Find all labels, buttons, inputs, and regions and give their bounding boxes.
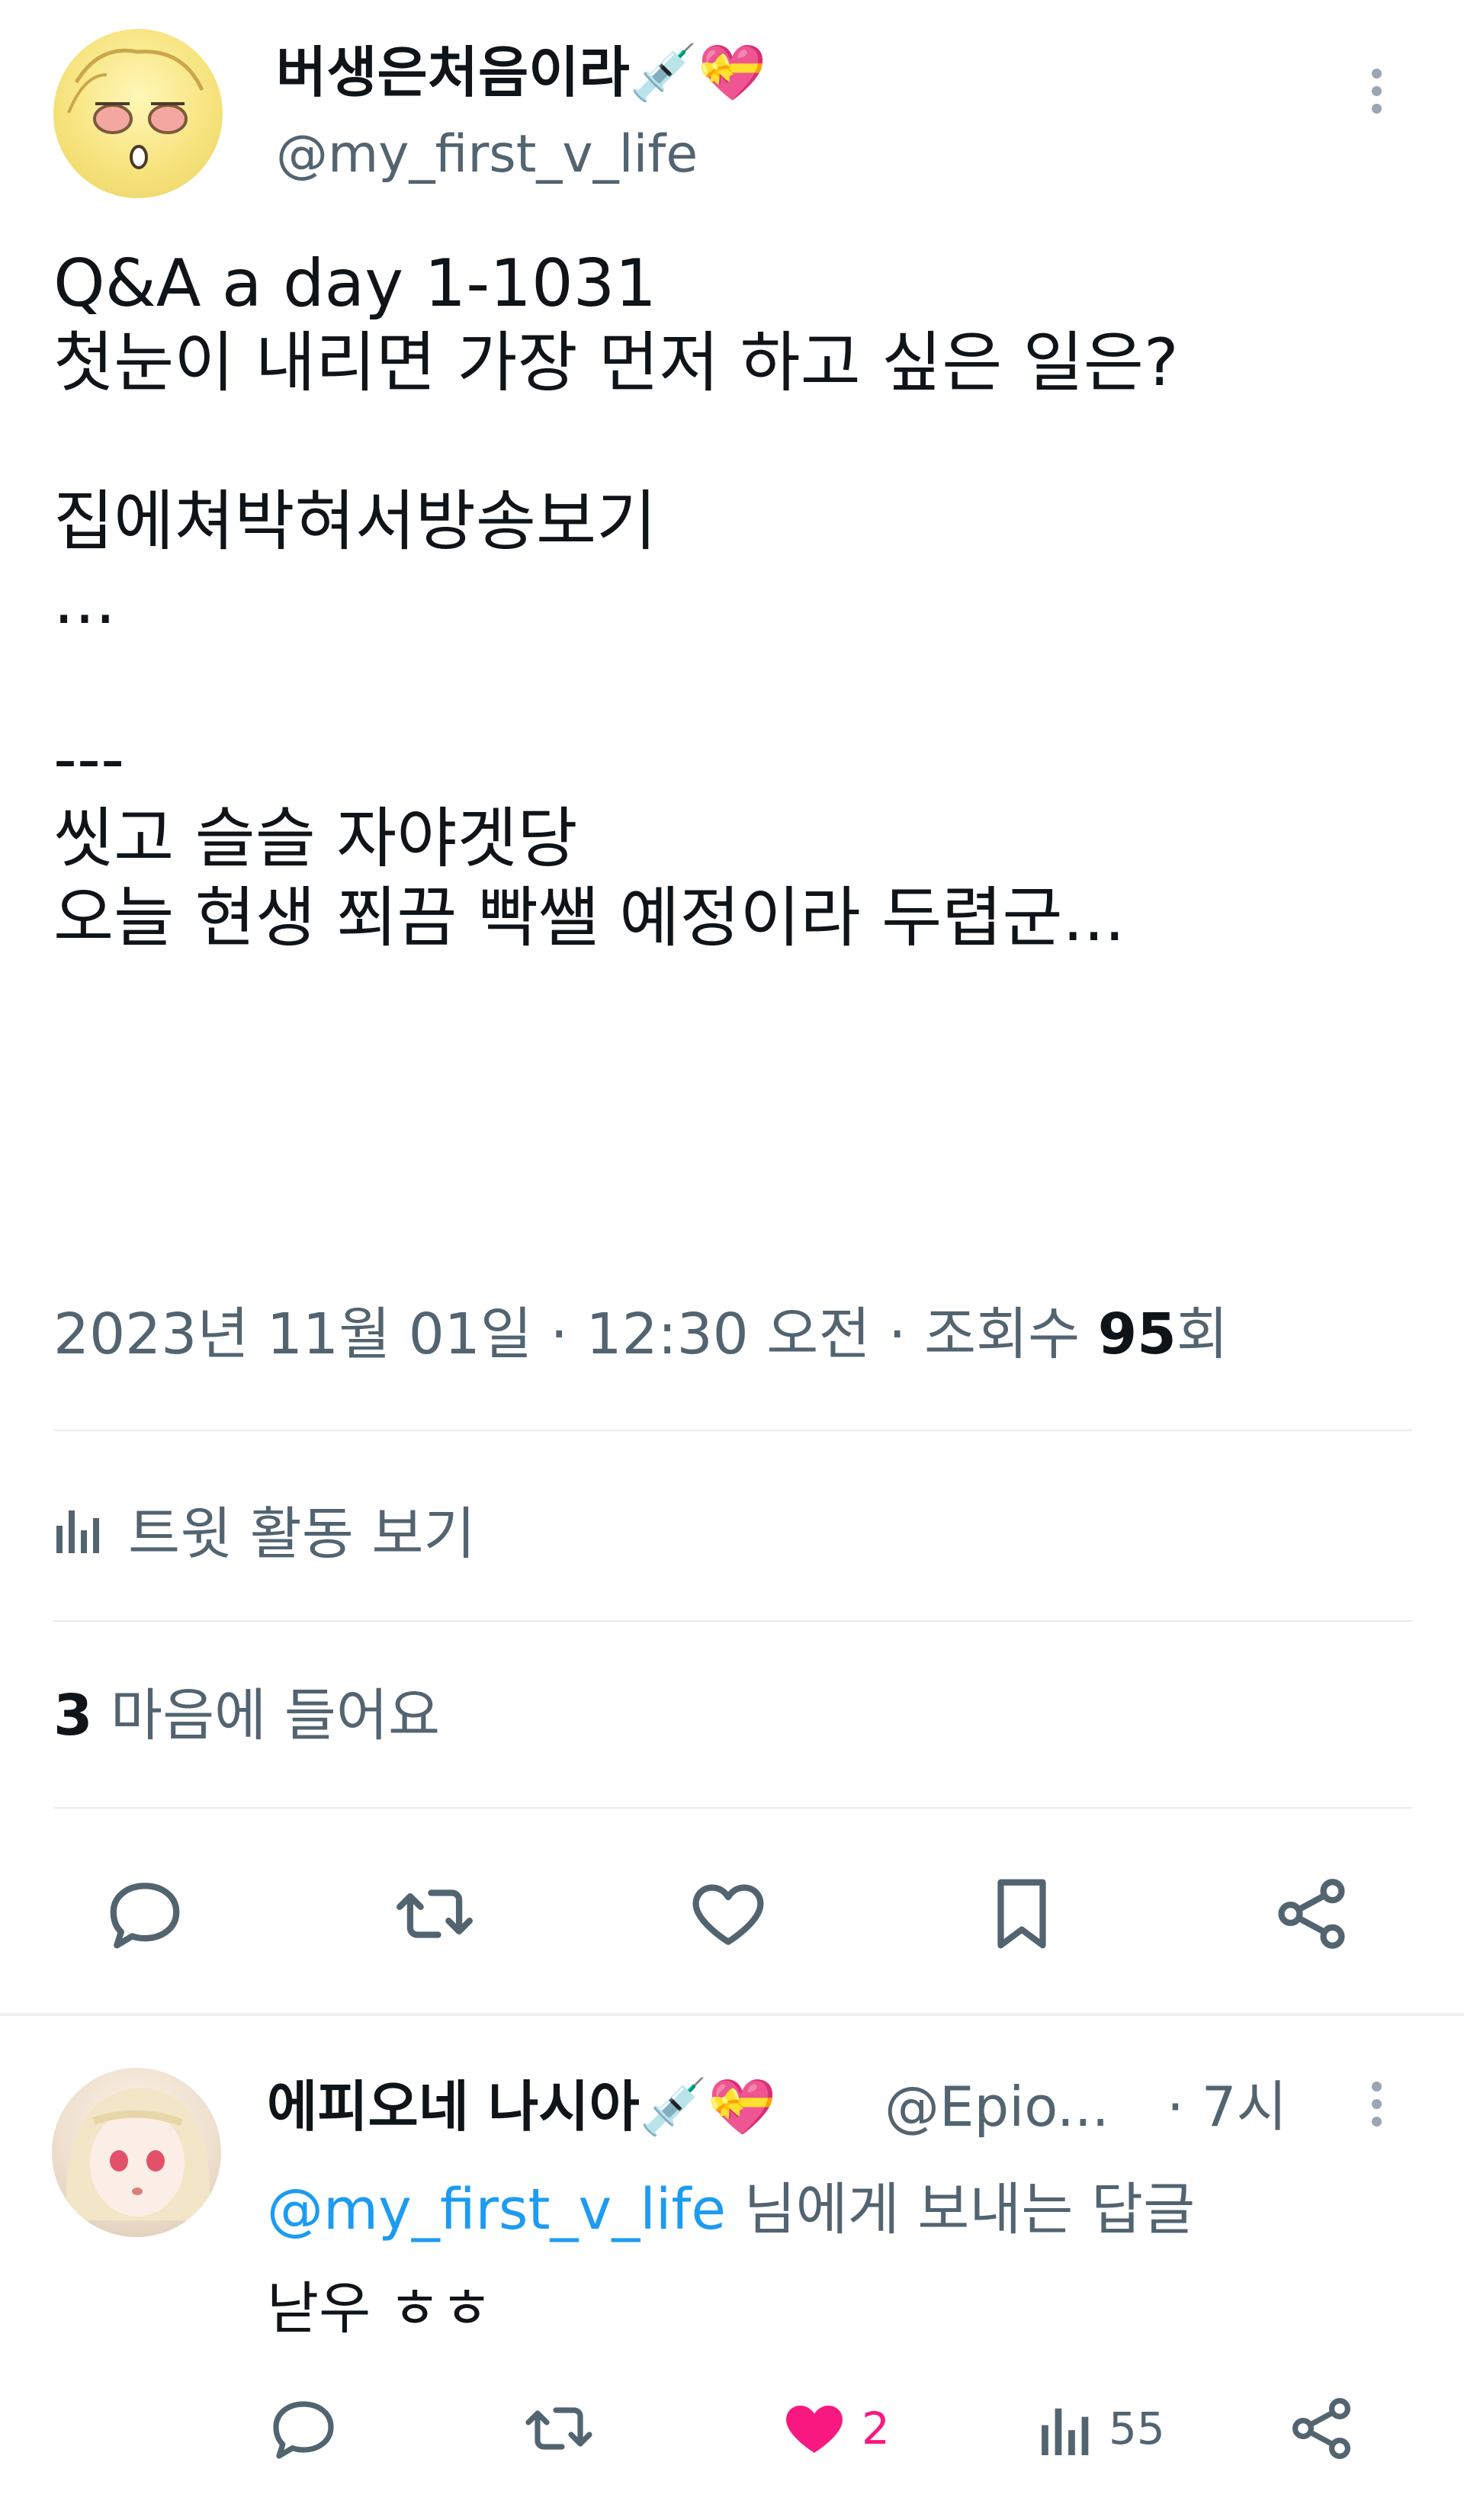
reply-author-name[interactable]: 에피오네 나시아💉💝 xyxy=(267,2072,776,2141)
retweet-button[interactable] xyxy=(389,1868,480,1960)
bookmark-button[interactable] xyxy=(976,1868,1068,1960)
reply-reply-button[interactable] xyxy=(267,2387,340,2470)
tweet-line xyxy=(53,403,1411,482)
heart-icon xyxy=(692,1884,764,1945)
reply-like-button[interactable]: 2 xyxy=(778,2387,890,2470)
reply-retweet-button[interactable] xyxy=(522,2387,596,2470)
reply-like-count: 2 xyxy=(862,2403,890,2454)
reply-author-avatar[interactable] xyxy=(52,2068,221,2237)
analytics-icon xyxy=(56,1510,99,1553)
reply-icon xyxy=(110,1883,180,1949)
likes-label: 마음에 들어요 xyxy=(92,1683,441,1748)
retweet-icon xyxy=(525,2407,592,2450)
tweet-line: ... xyxy=(53,563,117,639)
view-activity-label: 트윗 활동 보기 xyxy=(128,1501,476,1567)
likes-summary[interactable]: 3 마음에 들어요 xyxy=(53,1677,440,1754)
tweet-line: --- xyxy=(53,721,125,798)
like-button[interactable] xyxy=(682,1868,774,1960)
reply-timestamp[interactable]: · 7시 xyxy=(1167,2072,1287,2141)
view-count: 95 xyxy=(1097,1302,1177,1367)
bookmark-icon xyxy=(997,1879,1046,1949)
tweet-meta: 2023년 11월 01일 · 12:30 오전 · 조회수 95회 xyxy=(53,1296,1228,1372)
divider xyxy=(53,1620,1412,1622)
share-button[interactable] xyxy=(1266,1868,1357,1960)
view-suffix: 회 xyxy=(1176,1302,1228,1367)
replying-to-suffix: 님에게 보내는 답글 xyxy=(725,2177,1196,2242)
more-options-icon[interactable] xyxy=(1365,69,1388,122)
reply-icon xyxy=(273,2401,334,2459)
reply-views-count: 55 xyxy=(1109,2403,1165,2454)
tweet-line xyxy=(53,640,1411,720)
likes-count: 3 xyxy=(53,1683,93,1748)
tweet-line: 오늘 현생 쬐끔 빡쌜 예정이라 두렵군... xyxy=(53,880,1125,956)
divider xyxy=(53,1430,1412,1431)
section-divider xyxy=(0,2013,1464,2016)
tweet-text: Q&A a day 1-1031 첫눈이 내리면 가장 먼저 하고 싶은 일은?… xyxy=(53,244,1411,958)
share-icon xyxy=(1278,1879,1345,1949)
reply-views-button[interactable]: 55 xyxy=(1037,2387,1165,2470)
author-avatar[interactable] xyxy=(53,29,223,198)
heart-filled-icon xyxy=(786,2406,843,2453)
replying-to: @my_first_v_life 님에게 보내는 답글 xyxy=(267,2172,1195,2248)
timestamp: 2023년 11월 01일 · 12:30 오전 · 조회수 xyxy=(53,1302,1098,1367)
share-icon xyxy=(1292,2398,1350,2459)
reply-text: 낟우 ㅎㅎ xyxy=(267,2276,493,2342)
reply-author-handle[interactable]: @Epio... xyxy=(884,2072,1109,2141)
view-activity-link[interactable]: 트윗 활동 보기 xyxy=(53,1491,476,1567)
retweet-icon xyxy=(396,1889,473,1938)
tweet-line: 집에쳐박혀서방송보기 xyxy=(53,483,657,560)
divider xyxy=(53,1807,1412,1809)
reply-button[interactable] xyxy=(99,1868,191,1960)
mention-link[interactable]: @my_first_v_life xyxy=(267,2177,726,2242)
author-display-name[interactable]: 버생은처음이라💉💝 xyxy=(276,38,766,107)
author-handle[interactable]: @my_first_v_life xyxy=(276,120,698,189)
reply-more-options-icon[interactable] xyxy=(1365,2082,1388,2135)
tweet-line: 첫눈이 내리면 가장 먼저 하고 싶은 일은? xyxy=(53,325,1179,401)
tweet-line: 씻고 슬슬 자야겟당 xyxy=(53,801,578,877)
tweet-line: Q&A a day 1-1031 xyxy=(53,246,657,322)
analytics-icon xyxy=(1042,2408,1089,2455)
reply-share-button[interactable] xyxy=(1285,2387,1358,2470)
